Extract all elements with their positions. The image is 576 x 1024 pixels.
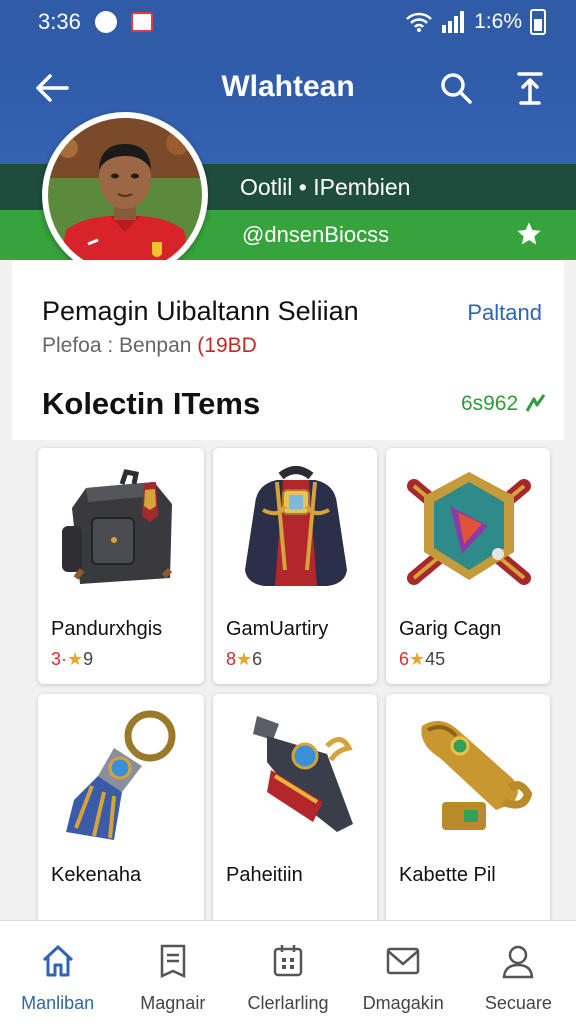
item-card[interactable]: Garig Cagn 6★45 xyxy=(386,448,550,684)
team-label: Ootlil • IPembien xyxy=(240,174,411,200)
item-name: Paheitiin xyxy=(226,864,303,886)
battery-icon xyxy=(530,9,546,35)
item-grid: Pandurxhgis 3·★9 GamUartiry 8★6 Garig Ca… xyxy=(38,448,550,930)
item-rating: 3·★9 xyxy=(51,649,93,670)
favorite-button[interactable] xyxy=(513,218,545,250)
status-bar: 3:36 1:6% xyxy=(0,0,576,44)
signal-icon xyxy=(442,11,465,33)
collection-count: 6s962 xyxy=(461,392,546,416)
item-name: Pandurxhgis xyxy=(51,618,163,640)
item-name: Kabette Pil xyxy=(399,864,496,886)
star-icon: ★ xyxy=(409,649,426,669)
backpack-image xyxy=(62,469,173,584)
status-right: 1:6% xyxy=(406,9,546,35)
calendar-icon xyxy=(268,941,308,981)
rating-value: 3· xyxy=(51,649,68,669)
profile-icon xyxy=(498,941,538,981)
jersey-bag-image xyxy=(245,466,347,586)
nav-item-home[interactable]: Manliban xyxy=(0,921,115,1024)
count-text: 6s962 xyxy=(460,392,519,415)
item-rating: 8★6 xyxy=(226,649,262,670)
profile-handle: @dnsenBiocss xyxy=(242,222,390,247)
page-title: Wlahtean xyxy=(221,70,355,103)
star-icon: ★ xyxy=(236,649,253,669)
search-button[interactable] xyxy=(434,66,478,110)
position-text: Plefoa : Benpan xyxy=(42,334,198,357)
battery-text: 1:6% xyxy=(474,10,522,33)
search-icon xyxy=(441,73,472,104)
wifi-icon xyxy=(406,12,433,32)
mail-icon xyxy=(383,941,423,981)
share-button[interactable] xyxy=(508,66,552,110)
nav-label: Magnair xyxy=(140,993,206,1013)
item-name: Garig Cagn xyxy=(399,618,502,640)
item-rating: 6★45 xyxy=(399,649,445,670)
nav-item-magazine[interactable]: Magnair xyxy=(115,921,230,1024)
player-name: Pemagin Uibaltann Seliian xyxy=(42,296,359,326)
trend-icon xyxy=(525,394,546,412)
item-card[interactable]: Paheitiin xyxy=(213,694,377,930)
item-name: Kekenaha xyxy=(51,864,142,886)
player-position: Plefoa : Benpan (19BD xyxy=(42,334,257,358)
pendant-image xyxy=(66,710,176,840)
nav-item-calendar[interactable]: Clerlarling xyxy=(230,921,345,1024)
horn-image xyxy=(253,716,353,832)
nav-label: Manliban xyxy=(21,993,95,1013)
nav-label: Dmagakin xyxy=(362,993,444,1013)
notification-icon xyxy=(130,12,153,32)
nav-label: Secuare xyxy=(484,993,552,1013)
avatar-photo xyxy=(48,118,202,272)
avatar[interactable] xyxy=(42,112,208,278)
home-icon xyxy=(38,941,78,981)
edit-profile-link[interactable]: Paltand xyxy=(467,300,542,326)
nav-item-messages[interactable]: Dmagakin xyxy=(346,921,461,1024)
nav-item-profile[interactable]: Secuare xyxy=(461,921,576,1024)
document-icon xyxy=(153,941,193,981)
item-card[interactable]: Kekenaha xyxy=(38,694,204,930)
emblem-image xyxy=(407,472,531,585)
star-icon xyxy=(517,222,541,245)
section-title: Kolectin ITems xyxy=(42,386,261,421)
bottom-nav: Manliban Magnair Clerlarling Dmagakin Se… xyxy=(0,920,576,1024)
position-year: (19BD xyxy=(197,334,257,357)
status-time: 3:36 xyxy=(38,9,81,34)
star-icon: ★ xyxy=(67,649,84,669)
item-name: GamUartiry xyxy=(226,618,329,640)
item-card[interactable]: GamUartiry 8★6 xyxy=(213,448,377,684)
rating-value: 8 xyxy=(226,649,237,669)
rating-count: 6 xyxy=(252,649,263,669)
rating-count: 9 xyxy=(83,649,94,669)
messenger-icon xyxy=(94,11,117,33)
rating-count: 45 xyxy=(425,649,446,669)
item-card[interactable]: Kabette Pil xyxy=(386,694,550,930)
trumpet-image xyxy=(421,720,533,830)
item-card[interactable]: Pandurxhgis 3·★9 xyxy=(38,448,204,684)
upload-icon xyxy=(517,72,543,105)
profile-card: Pemagin Uibaltann Seliian Plefoa : Benpa… xyxy=(12,260,564,440)
nav-label: Clerlarling xyxy=(247,993,329,1013)
rating-value: 6 xyxy=(399,649,410,669)
